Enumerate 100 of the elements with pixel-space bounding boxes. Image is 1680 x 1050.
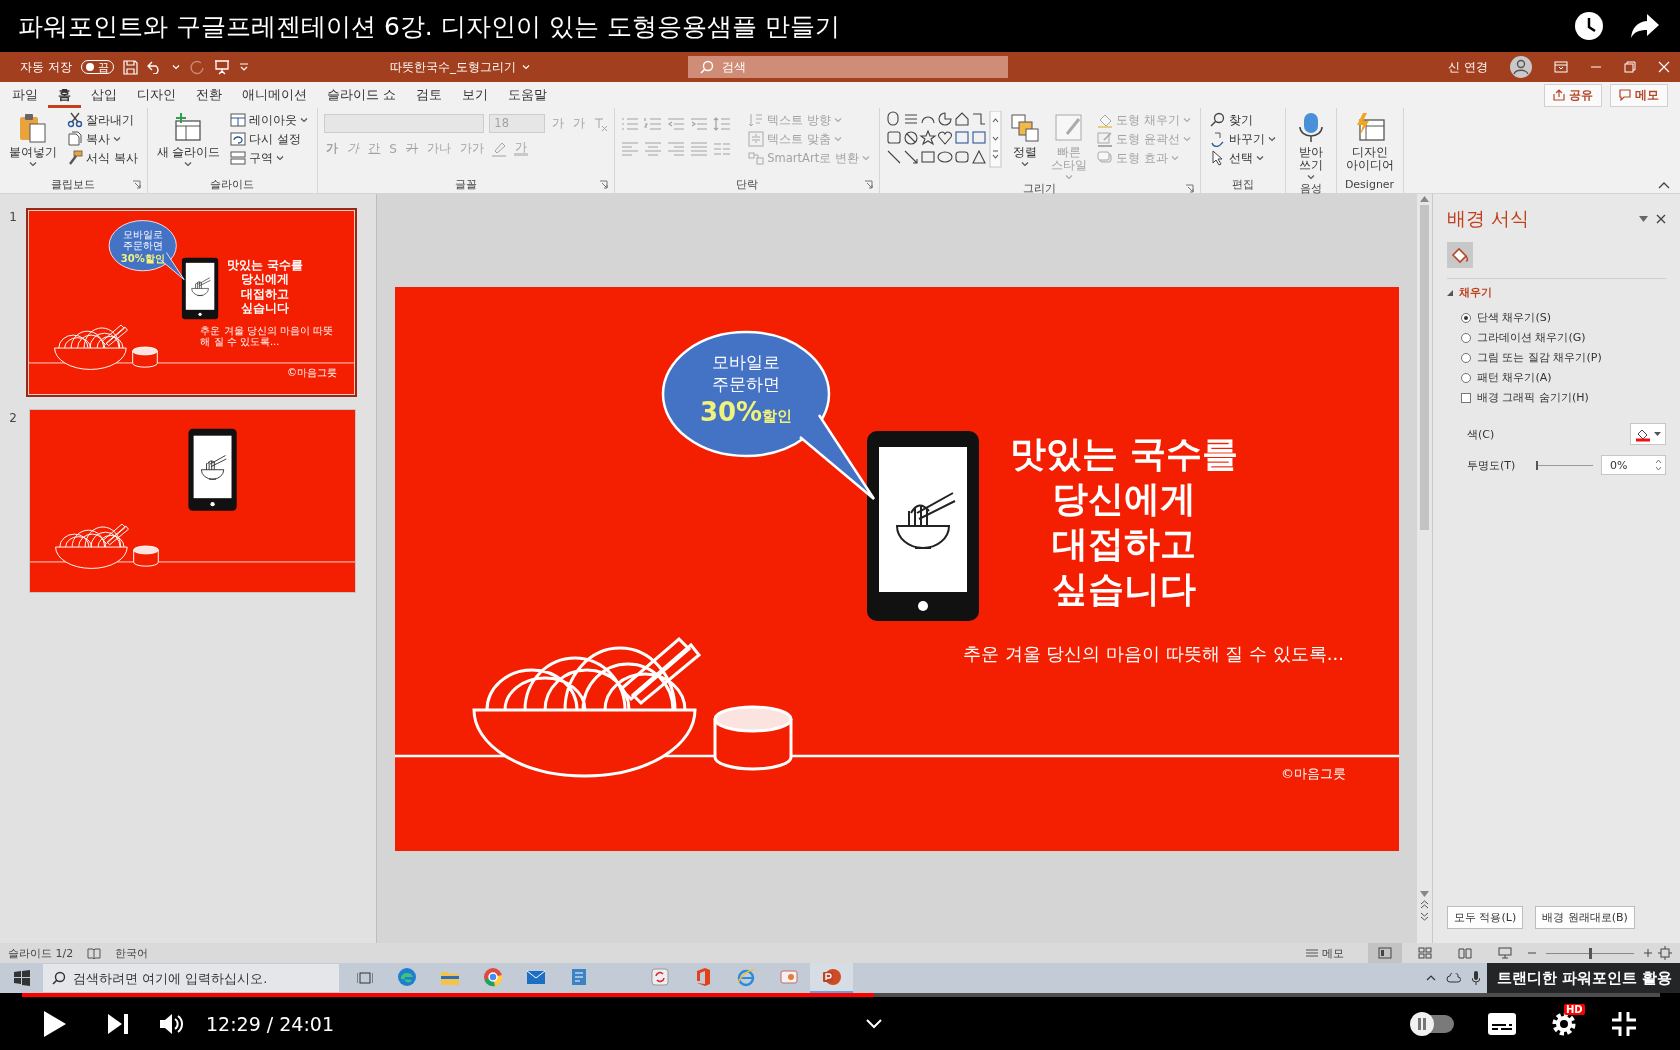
redo-icon[interactable] (188, 59, 205, 75)
ribbon-button[interactable]: 디자인 아이디어 (1342, 111, 1397, 173)
section-icon (230, 150, 247, 166)
ribbon-display-icon[interactable] (1554, 61, 1568, 73)
share-icon[interactable] (1630, 13, 1660, 39)
ribbon-tab[interactable]: 삽입 (81, 82, 127, 108)
scroll-up-icon[interactable] (1420, 196, 1429, 202)
share-button[interactable]: 공유 (1544, 83, 1602, 107)
caret-icon[interactable] (1267, 136, 1276, 142)
close-icon[interactable] (1656, 214, 1666, 224)
cloud-icon[interactable] (1446, 973, 1462, 983)
dialog-launcher-icon[interactable] (863, 180, 873, 189)
notes-button[interactable]: 메모 (1301, 943, 1348, 963)
zoom-in-icon[interactable] (1644, 949, 1652, 957)
ribbon-button[interactable]: 새 슬라이드 (153, 111, 224, 168)
caret-icon[interactable] (29, 161, 37, 167)
radio-button[interactable] (1461, 372, 1471, 383)
dialog-launcher-icon[interactable] (1184, 184, 1194, 193)
task-view-icon[interactable] (357, 971, 373, 985)
ribbon-button[interactable]: 바꾸기 (1206, 130, 1279, 148)
slide-thumbnail[interactable] (29, 408, 357, 594)
exit-fullscreen-icon[interactable] (1612, 1011, 1636, 1036)
ribbon-button[interactable]: 선택 (1206, 149, 1279, 167)
autosave-label: 자동 저장 (20, 58, 72, 76)
taskbar-search-field[interactable]: 검색하려면 여기에 입력하십시오. (43, 964, 339, 992)
ribbon-tab[interactable]: 슬라이드 쇼 (317, 82, 406, 108)
ribbon-button[interactable]: 잘라내기 (64, 111, 141, 129)
transparency-field[interactable]: 0% (1600, 455, 1666, 475)
caret-icon[interactable] (1020, 161, 1029, 167)
microphone-icon[interactable] (1472, 971, 1480, 985)
subtitles-icon[interactable] (1488, 1012, 1516, 1035)
next-slide-icon[interactable] (1420, 912, 1429, 921)
slide-canvas[interactable]: 모바일로 주문하면 30%할인 맛있는 국수를 당신에게 대접하고 싶습니다 추운 겨울 당신의 마음이 따뜻해 질 수 있도록... ©마음그릇 (395, 286, 1399, 851)
color-picker-button[interactable] (1630, 423, 1666, 445)
ribbon-tab[interactable]: 보기 (452, 82, 498, 108)
zoom-out-icon[interactable] (1528, 949, 1536, 957)
section-header[interactable]: 채우기 (1447, 285, 1666, 300)
radio-button[interactable] (1461, 352, 1471, 363)
dialog-launcher-icon[interactable] (131, 180, 141, 189)
avatar-icon[interactable] (1510, 56, 1532, 78)
ribbon-button[interactable]: 붙여넣기 (6, 111, 60, 168)
windows-icon[interactable] (14, 970, 30, 986)
presentation-icon[interactable] (213, 59, 230, 75)
ribbon-button[interactable]: 정렬 (1005, 111, 1044, 168)
caret-icon[interactable] (1255, 155, 1264, 161)
slider-thumb[interactable] (1535, 460, 1538, 470)
ribbon-tab[interactable]: 도움말 (498, 82, 557, 108)
dialog-launcher-icon[interactable] (599, 180, 609, 189)
spell-check-icon[interactable] (87, 947, 102, 959)
ribbon-tab[interactable]: 전환 (186, 82, 232, 108)
slider-thumb[interactable] (1588, 947, 1592, 959)
scroll-bar[interactable] (1417, 194, 1432, 943)
pane-button[interactable]: 배경 원래대로(B) (1535, 906, 1635, 929)
spinner-icon[interactable] (1655, 459, 1662, 471)
radio-button[interactable] (1461, 312, 1471, 323)
ribbon-button[interactable]: 찾기 (1206, 111, 1279, 129)
volume-icon[interactable] (160, 1012, 184, 1035)
ribbon-button[interactable]: 서식 복사 (64, 149, 141, 167)
taskbar-app[interactable] (810, 963, 853, 993)
clear-format-icon[interactable] (592, 115, 609, 132)
caret-icon[interactable] (276, 155, 285, 161)
pane-options-icon[interactable] (1639, 216, 1648, 222)
search-field[interactable]: 검색 (688, 56, 1008, 78)
ribbon-tab[interactable]: 검토 (406, 82, 452, 108)
shape-gallery[interactable] (885, 111, 1002, 168)
view-button[interactable] (1368, 943, 1402, 963)
ribbon-button[interactable]: 레이아웃 (227, 111, 312, 129)
ribbon-button[interactable]: 복사 (64, 130, 141, 148)
fit-to-window-icon[interactable] (1658, 946, 1672, 960)
clock-icon[interactable] (1574, 11, 1604, 41)
ribbon-tab[interactable]: 파일 (2, 82, 48, 108)
restore-icon[interactable] (1624, 61, 1636, 73)
previous-slide-icon[interactable] (1420, 900, 1429, 909)
file-name[interactable]: 따뜻한국수_도형그리기 (390, 58, 516, 76)
scroll-down-icon[interactable] (1420, 891, 1429, 897)
pane-button[interactable]: 모두 적용(L) (1447, 906, 1524, 929)
comments-button[interactable]: 메모 (1610, 83, 1668, 107)
highlighter-icon[interactable] (490, 140, 507, 157)
chevron-up-icon[interactable] (1426, 975, 1436, 981)
chevron-down-icon[interactable] (866, 1018, 882, 1029)
caret-icon[interactable] (1306, 174, 1315, 180)
caret-icon[interactable] (184, 161, 193, 167)
fill-tab[interactable] (1447, 242, 1473, 268)
ribbon-tab[interactable]: 애니메이션 (232, 82, 317, 108)
ribbon-button[interactable]: 다시 설정 (227, 130, 312, 148)
play-icon[interactable] (44, 1010, 66, 1037)
ribbon-button[interactable]: 구역 (227, 149, 312, 167)
progress-bar[interactable] (22, 993, 1660, 997)
customize-icon[interactable] (238, 62, 249, 72)
ribbon-button[interactable]: 받아 쓰기 (1291, 111, 1330, 181)
caret-icon[interactable] (1654, 431, 1661, 437)
checkbox[interactable] (1461, 392, 1471, 403)
card-teaser[interactable]: 트랜디한 파워포인트 활용 (1486, 963, 1680, 993)
ribbon-tab[interactable]: 디자인 (127, 82, 186, 108)
slide-thumbnail[interactable]: 모바일로 주문하면 30%할인 맛있는 국수를 당신에게 대접하고 싶습니다 추운 겨울 당신의 마음이 따뜻해 질 수 있도록... ©마음그릇 (26, 208, 358, 397)
save-icon[interactable] (122, 59, 138, 75)
next-icon[interactable] (108, 1013, 128, 1034)
caret-icon[interactable] (300, 117, 309, 123)
caret-icon[interactable] (113, 136, 121, 142)
radio-button[interactable] (1461, 332, 1471, 343)
